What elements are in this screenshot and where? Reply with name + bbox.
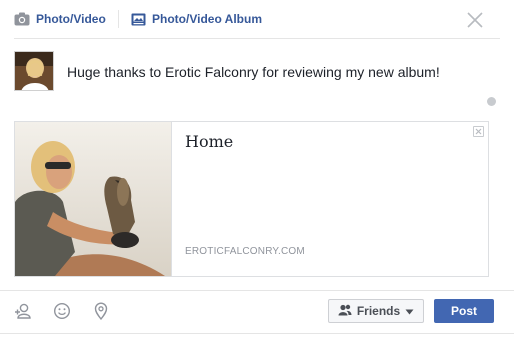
link-preview-image xyxy=(15,122,172,276)
post-button[interactable]: Post xyxy=(434,299,494,323)
audience-label: Friends xyxy=(356,304,401,318)
post-composer: Photo/Video Photo/Video Album Huge thank… xyxy=(0,0,514,351)
tag-friends-icon[interactable] xyxy=(14,302,32,320)
link-preview-domain: EROTICFALCONRY.COM xyxy=(185,246,305,257)
tab-photo-video-album[interactable]: Photo/Video Album xyxy=(131,10,262,28)
composer-tabs: Photo/Video Photo/Video Album xyxy=(0,0,514,38)
emoji-picker-dot[interactable] xyxy=(487,97,496,106)
link-preview-title[interactable]: Home xyxy=(185,132,233,151)
remove-preview-icon[interactable] xyxy=(473,126,484,137)
avatar[interactable] xyxy=(14,51,54,91)
tab-album-label: Photo/Video Album xyxy=(152,12,262,26)
bottom-divider xyxy=(0,333,514,334)
caret-down-icon xyxy=(405,304,414,318)
tab-photo-video-label: Photo/Video xyxy=(36,12,106,26)
tab-photo-video[interactable]: Photo/Video xyxy=(14,10,106,28)
header-divider xyxy=(14,38,500,39)
smiley-icon[interactable] xyxy=(53,302,71,320)
friends-icon xyxy=(338,304,352,319)
camera-icon xyxy=(14,12,30,26)
album-icon xyxy=(131,13,146,26)
link-preview-card[interactable]: Home EROTICFALCONRY.COM xyxy=(14,121,489,277)
close-icon[interactable] xyxy=(466,11,484,29)
audience-selector[interactable]: Friends xyxy=(328,299,424,323)
status-message[interactable]: Huge thanks to Erotic Falconry for revie… xyxy=(67,64,440,80)
location-pin-icon[interactable] xyxy=(92,302,110,321)
tab-separator xyxy=(118,10,119,28)
footer-divider xyxy=(0,290,514,291)
